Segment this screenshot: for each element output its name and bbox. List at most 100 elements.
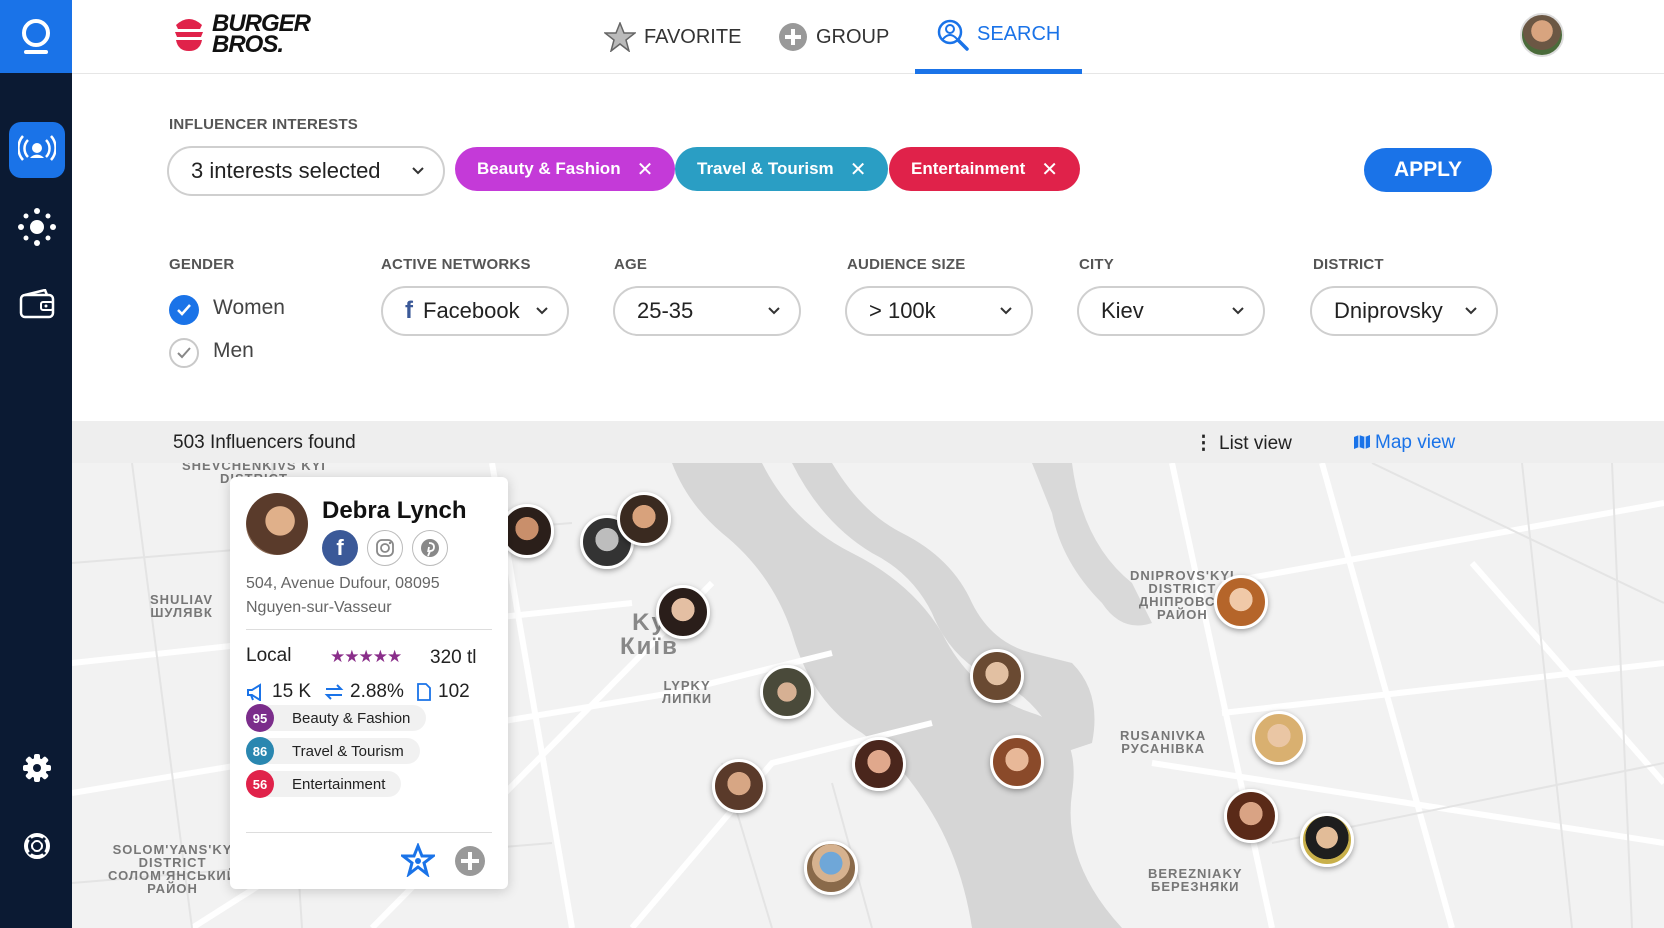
men-label: Men bbox=[213, 339, 254, 362]
network-dots-icon bbox=[18, 208, 56, 246]
close-icon[interactable]: ✕ bbox=[850, 157, 867, 182]
sidebar-item-network[interactable] bbox=[9, 199, 65, 255]
map-label-rusanivka: RUSANIVKA РУСАНІВКА bbox=[1120, 728, 1207, 756]
influencer-pin[interactable] bbox=[1224, 789, 1278, 843]
apply-button[interactable]: APPLY bbox=[1364, 148, 1492, 192]
influencer-name: Debra Lynch bbox=[322, 497, 467, 524]
sidebar-item-influencers[interactable] bbox=[9, 122, 65, 178]
check-icon bbox=[177, 304, 191, 316]
tab-group-label: GROUP bbox=[816, 25, 890, 48]
tab-group[interactable]: GROUP bbox=[778, 0, 889, 74]
brand-logo[interactable]: BURGER BROS. bbox=[172, 12, 311, 58]
close-icon[interactable]: ✕ bbox=[1041, 157, 1058, 182]
men-checkbox[interactable] bbox=[169, 338, 199, 368]
sidebar-item-support[interactable] bbox=[9, 818, 65, 874]
influencer-pin[interactable] bbox=[712, 759, 766, 813]
tab-search-label: SEARCH bbox=[977, 23, 1061, 45]
map-label-lypky: LYPKY ЛИПКИ bbox=[662, 678, 713, 706]
check-icon bbox=[177, 347, 191, 359]
tab-search[interactable]: SEARCH bbox=[915, 0, 1083, 74]
interest-chip-travel[interactable]: Travel & Tourism ✕ bbox=[675, 147, 889, 191]
close-icon[interactable]: ✕ bbox=[637, 157, 654, 182]
influencer-pin[interactable] bbox=[500, 504, 554, 558]
influencer-price: 320 tl bbox=[430, 647, 477, 668]
interest-chip-entertainment[interactable]: Entertainment ✕ bbox=[889, 147, 1081, 191]
influencer-card[interactable]: Debra Lynch f 504, Avenue Dufour, 08095 … bbox=[230, 477, 508, 889]
city-select-value: Kiev bbox=[1101, 298, 1144, 323]
user-avatar[interactable] bbox=[1520, 13, 1564, 57]
star-icon bbox=[604, 22, 636, 52]
influencer-pin[interactable] bbox=[804, 841, 858, 895]
plus-circle-icon bbox=[779, 23, 807, 51]
map-label-solomianskyi: SOLOM'YANS'KY DISTRICT СОЛОМ'ЯНСЬКИЙ РАЙ… bbox=[108, 842, 238, 896]
influencer-pin[interactable] bbox=[760, 665, 814, 719]
pinterest-icon[interactable] bbox=[412, 530, 448, 566]
influencer-pin[interactable] bbox=[1252, 711, 1306, 765]
influencer-pin[interactable] bbox=[656, 585, 710, 639]
influencer-pin[interactable] bbox=[990, 735, 1044, 789]
app-logo-icon bbox=[22, 18, 50, 54]
divider bbox=[246, 832, 492, 833]
influencer-type: Local bbox=[246, 645, 292, 666]
district-label: DISTRICT bbox=[1313, 256, 1384, 273]
city-label: CITY bbox=[1079, 256, 1114, 273]
reach-stat: 15 K bbox=[246, 681, 311, 703]
facebook-icon: f bbox=[405, 297, 413, 324]
interest-tag: 86 Travel & Tourism bbox=[246, 737, 420, 765]
posts-stat: 102 bbox=[416, 681, 470, 703]
map-view-label: Map view bbox=[1375, 432, 1456, 453]
chevron-down-icon bbox=[412, 167, 424, 175]
interests-select[interactable]: 3 interests selected bbox=[167, 146, 445, 196]
audience-select[interactable]: > 100k bbox=[845, 286, 1033, 336]
women-checkbox[interactable] bbox=[169, 295, 199, 325]
city-select[interactable]: Kiev bbox=[1077, 286, 1265, 336]
instagram-icon[interactable] bbox=[367, 530, 403, 566]
age-select[interactable]: 25-35 bbox=[613, 286, 801, 336]
add-to-group-button[interactable] bbox=[454, 845, 486, 877]
engagement-value: 2.88% bbox=[350, 681, 404, 702]
map-label-shuliav: SHULIAV ШУЛЯВК bbox=[150, 592, 214, 620]
gear-icon bbox=[23, 754, 51, 782]
favorite-star-button[interactable] bbox=[401, 843, 435, 877]
audience-select-value: > 100k bbox=[869, 298, 936, 323]
influencer-pin[interactable] bbox=[617, 492, 671, 546]
networks-select[interactable]: f Facebook bbox=[381, 286, 569, 336]
influencer-pin[interactable] bbox=[970, 649, 1024, 703]
sidebar-item-wallet[interactable] bbox=[9, 276, 65, 332]
district-select[interactable]: Dniprovsky bbox=[1310, 286, 1498, 336]
influencer-pin[interactable] bbox=[1300, 813, 1354, 867]
sidebar bbox=[0, 0, 72, 928]
burger-logo-icon bbox=[175, 19, 203, 51]
interest-label: Travel & Tourism bbox=[292, 742, 404, 760]
broadcast-icon bbox=[18, 135, 56, 161]
map-view-toggle[interactable]: Map view bbox=[1353, 432, 1455, 454]
top-bar: BURGER BROS. FAVORITE GROUP SEARCH bbox=[72, 0, 1664, 74]
facebook-icon[interactable]: f bbox=[322, 530, 358, 566]
map-label-berezniaky: BEREZNIAKY БЕРЕЗНЯКИ bbox=[1148, 866, 1243, 894]
interest-chip-beauty[interactable]: Beauty & Fashion ✕ bbox=[455, 147, 676, 191]
women-label: Women bbox=[213, 296, 285, 319]
list-view-label: List view bbox=[1219, 433, 1292, 454]
influencer-pin[interactable] bbox=[852, 737, 906, 791]
interests-label: INFLUENCER INTERESTS bbox=[169, 116, 359, 133]
reach-value: 15 K bbox=[272, 681, 312, 702]
chevron-down-icon bbox=[1000, 307, 1012, 315]
tab-favorite[interactable]: FAVORITE bbox=[604, 0, 741, 74]
app-logo[interactable] bbox=[0, 0, 72, 73]
influencer-pin[interactable] bbox=[1214, 575, 1268, 629]
search-user-icon bbox=[937, 19, 969, 51]
address-line2: Nguyen-sur-Vasseur bbox=[246, 599, 392, 616]
chevron-down-icon bbox=[1465, 307, 1477, 315]
map-icon bbox=[1354, 435, 1370, 449]
age-label: AGE bbox=[614, 256, 648, 273]
results-count: 503 Influencers found bbox=[173, 432, 356, 453]
list-view-toggle[interactable]: ⋮ List view bbox=[1194, 432, 1292, 455]
age-select-value: 25-35 bbox=[637, 298, 694, 323]
results-bar: 503 Influencers found ⋮ List view Map vie… bbox=[72, 421, 1664, 463]
interest-tag: 56 Entertainment bbox=[246, 770, 402, 798]
list-icon: ⋮ bbox=[1194, 433, 1213, 454]
sidebar-item-settings[interactable] bbox=[9, 740, 65, 796]
document-icon bbox=[417, 683, 431, 701]
brand-line2: BROS. bbox=[212, 31, 284, 58]
influencer-avatar[interactable] bbox=[246, 493, 308, 555]
